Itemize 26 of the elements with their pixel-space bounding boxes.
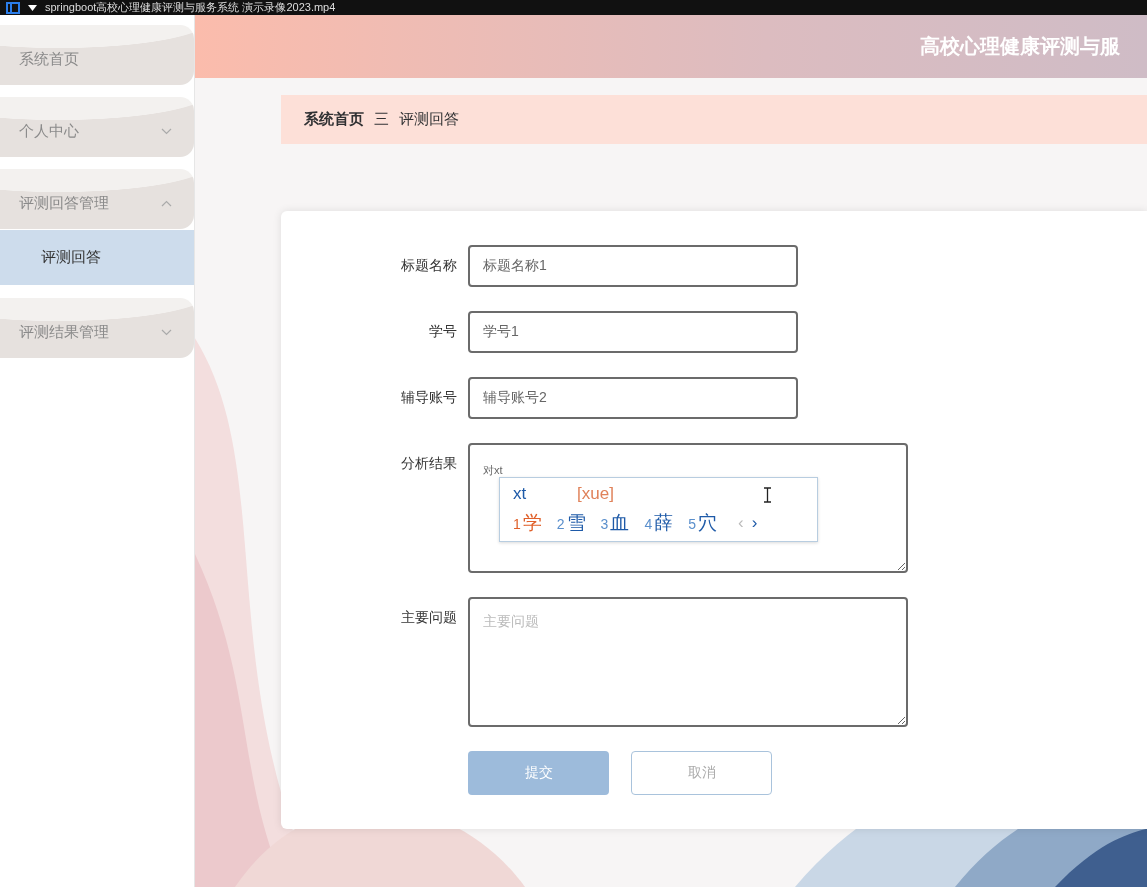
breadcrumb-link[interactable]: 评测回答 (399, 110, 459, 129)
candidate-option[interactable]: 2 雪 (556, 510, 586, 536)
field-label: 辅导账号 (400, 388, 457, 407)
field-label: 学号 (428, 322, 457, 341)
header-title: 高校心理健康评测与服 (920, 34, 1120, 59)
field-label: 主要问题 (400, 608, 457, 627)
field-label: 分析结果 (400, 454, 457, 473)
breadcrumb-link[interactable]: 系统首页 (304, 110, 364, 129)
input-field[interactable]: 学号1 (468, 311, 798, 353)
pinyin-text: [xue] (577, 484, 614, 504)
film-icon (6, 1, 20, 14)
separator-icon: 三 (374, 110, 389, 129)
input-field[interactable]: 标题名称1 (468, 245, 798, 287)
caret-icon[interactable] (28, 4, 37, 11)
window-title: springboot高校心理健康评测与服务系统 演示录像2023.mp4 (45, 0, 336, 15)
composition-text: xt (513, 484, 528, 504)
text-area[interactable]: 主要问题 (468, 597, 908, 727)
candidate-option[interactable]: 1 学 (513, 510, 542, 536)
text-cursor-icon (763, 487, 772, 503)
candidate-option[interactable]: 3血 (600, 510, 630, 536)
submenu-item[interactable]: 评测回答 (0, 230, 194, 285)
field-label: 标题名称 (400, 256, 457, 275)
candidate-option[interactable]: 4薛 (644, 510, 674, 536)
candidate-option[interactable]: 5 穴 (688, 510, 717, 536)
next-page-button[interactable]: › (751, 513, 758, 533)
input-field[interactable]: 辅导账号2 (468, 377, 798, 419)
